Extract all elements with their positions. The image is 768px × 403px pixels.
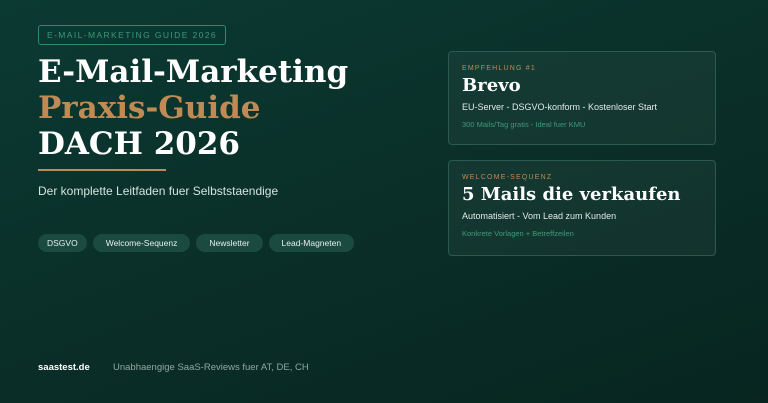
title-underline bbox=[38, 169, 166, 171]
tag-lead-magneten[interactable]: Lead-Magneten bbox=[268, 234, 355, 252]
tag-newsletter[interactable]: Newsletter bbox=[196, 234, 263, 252]
card-label: WELCOME-SEQUENZ bbox=[462, 174, 553, 181]
card-note: Konkrete Vorlagen + Betreffzeilen bbox=[462, 229, 574, 238]
footer-brand[interactable]: saastest.de bbox=[38, 362, 90, 373]
guide-badge: E-MAIL-MARKETING GUIDE 2026 bbox=[38, 25, 227, 45]
hero-title-line-2: Praxis-Guide bbox=[38, 90, 261, 126]
card-title: Brevo bbox=[462, 75, 521, 96]
hero-title-line-1: E-Mail-Marketing bbox=[38, 54, 349, 90]
hero-subtitle: Der komplette Leitfaden fuer Selbststaen… bbox=[38, 184, 279, 198]
recommendation-card[interactable]: EMPFEHLUNG #1 Brevo EU-Server - DSGVO-ko… bbox=[448, 51, 716, 145]
card-description: Automatisiert - Vom Lead zum Kunden bbox=[462, 211, 617, 221]
card-note: 300 Mails/Tag gratis - Ideal fuer KMU bbox=[462, 120, 586, 129]
card-description: EU-Server - DSGVO-konform - Kostenloser … bbox=[462, 102, 658, 112]
footer-tagline: Unabhaengige SaaS-Reviews fuer AT, DE, C… bbox=[113, 362, 309, 373]
welcome-sequence-card[interactable]: WELCOME-SEQUENZ 5 Mails die verkaufen Au… bbox=[448, 160, 716, 256]
card-label: EMPFEHLUNG #1 bbox=[462, 65, 536, 72]
topic-tags: DSGVO Welcome-Sequenz Newsletter Lead-Ma… bbox=[38, 234, 355, 252]
hero-title: E-Mail-Marketing Praxis-Guide DACH 2026 bbox=[38, 54, 348, 162]
tag-dsgvo[interactable]: DSGVO bbox=[38, 234, 87, 252]
tag-welcome-sequenz[interactable]: Welcome-Sequenz bbox=[92, 234, 191, 252]
hero-title-line-3: DACH 2026 bbox=[38, 126, 240, 162]
card-title: 5 Mails die verkaufen bbox=[462, 184, 681, 205]
